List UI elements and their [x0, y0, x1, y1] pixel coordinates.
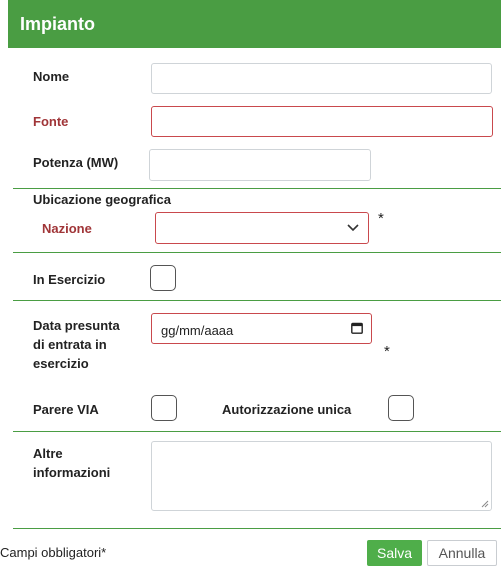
autorizzazione-checkbox[interactable]: [388, 395, 414, 421]
dialog-header: Impianto: [8, 0, 501, 48]
chevron-down-icon: [347, 224, 359, 232]
potenza-label: Potenza (MW): [33, 155, 119, 170]
autorizzazione-label: Autorizzazione unica: [222, 402, 352, 417]
cancel-button[interactable]: Annulla: [427, 540, 497, 566]
altre-informazioni-textarea[interactable]: [151, 441, 492, 511]
parere-via-checkbox[interactable]: [151, 395, 177, 421]
data-label-line1: Data presunta: [33, 318, 120, 333]
nome-input[interactable]: [151, 63, 492, 94]
data-input[interactable]: gg/mm/aaaa: [151, 313, 372, 344]
ubicazione-heading: Ubicazione geografica: [33, 192, 171, 207]
separator: [13, 431, 501, 432]
separator: [13, 188, 501, 189]
parere-via-label: Parere VIA: [33, 402, 99, 417]
nazione-required-mark: *: [378, 210, 384, 227]
save-button[interactable]: Salva: [367, 540, 422, 566]
data-required-mark: *: [384, 343, 390, 360]
dialog-title: Impianto: [20, 14, 95, 34]
nazione-select[interactable]: [155, 212, 369, 244]
altre-label-line2: informazioni: [33, 465, 111, 480]
data-label-line3: esercizio: [33, 356, 89, 371]
data-label-line2: di entrata in: [33, 337, 107, 352]
date-placeholder: gg/mm/aaaa: [161, 323, 234, 338]
altre-label-line1: Altre: [33, 446, 63, 461]
separator: [13, 300, 501, 301]
required-fields-note: Campi obbligatori*: [0, 545, 107, 560]
separator: [13, 252, 501, 253]
fonte-input[interactable]: [151, 106, 493, 137]
in-esercizio-checkbox[interactable]: [150, 265, 176, 291]
separator: [13, 528, 501, 529]
potenza-input[interactable]: [149, 149, 371, 181]
resize-handle-icon[interactable]: [481, 500, 489, 508]
calendar-icon[interactable]: [351, 322, 363, 334]
nome-label: Nome: [33, 69, 70, 84]
nazione-label: Nazione: [42, 221, 92, 236]
fonte-label: Fonte: [33, 114, 69, 129]
in-esercizio-label: In Esercizio: [33, 272, 106, 287]
